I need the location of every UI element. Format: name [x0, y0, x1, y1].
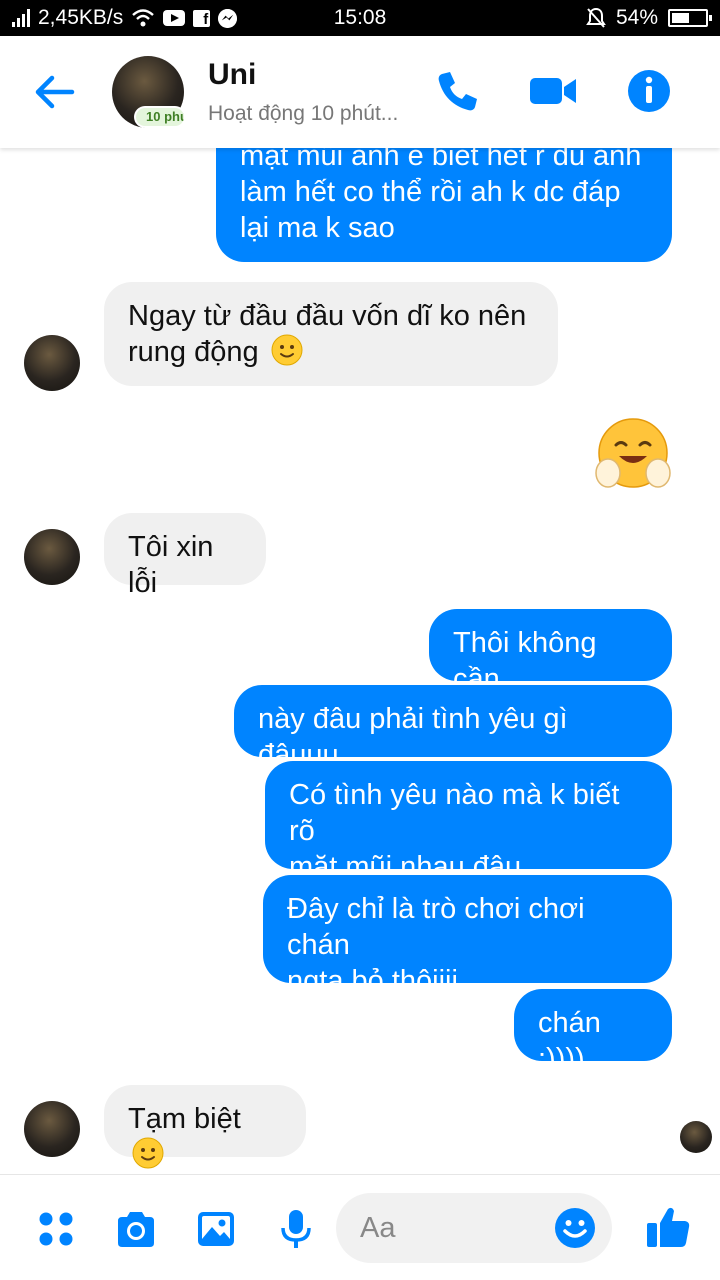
active-status-badge: 10 phút — [134, 106, 186, 128]
outgoing-message[interactable]: mặt mũi anh e biết hết r dù anh làm hết … — [216, 148, 672, 262]
gallery-icon[interactable] — [194, 1207, 238, 1251]
status-bar: 2,45KB/s f 15:08 54% — [0, 0, 720, 36]
microphone-icon[interactable] — [274, 1207, 318, 1251]
conversation-header: 10 phút Uni Hoạt động 10 phút... — [0, 36, 720, 148]
incoming-message[interactable]: Tôi xin lỗi — [104, 513, 266, 599]
thumbs-up-icon[interactable] — [644, 1203, 692, 1251]
contact-name[interactable]: Uni — [208, 58, 256, 92]
slightly-smiling-face-icon — [271, 334, 303, 366]
hugging-face-sticker[interactable] — [594, 418, 672, 492]
contact-avatar-small[interactable] — [24, 529, 80, 585]
contact-avatar-small[interactable] — [24, 1101, 80, 1157]
message-input[interactable] — [360, 1207, 550, 1249]
camera-icon[interactable] — [114, 1207, 158, 1251]
outgoing-message[interactable]: này đâu phải tình yêu gì đâuuu — [234, 685, 672, 771]
emoji-icon[interactable] — [554, 1207, 596, 1249]
battery-icon — [668, 9, 712, 27]
back-arrow-icon[interactable] — [30, 72, 80, 112]
contact-activity-status: Hoạt động 10 phút... — [208, 102, 399, 125]
info-icon[interactable] — [624, 66, 674, 116]
outgoing-message[interactable]: chán :)))) — [514, 989, 672, 1075]
mute-bell-icon — [586, 7, 606, 28]
seen-receipt-avatar — [680, 1121, 712, 1153]
contact-avatar-small[interactable] — [24, 335, 80, 391]
message-input-box[interactable] — [336, 1193, 612, 1263]
slightly-smiling-face-icon — [132, 1137, 164, 1169]
outgoing-message[interactable]: Thôi không cần — [429, 609, 672, 695]
outgoing-message[interactable]: Có tình yêu nào mà k biết rõ mặt mũi nha… — [265, 761, 672, 883]
message-composer — [0, 1174, 720, 1280]
battery-percent: 54% — [615, 6, 658, 29]
message-list: mặt mũi anh e biết hết r dù anh làm hết … — [0, 148, 720, 1174]
phone-icon[interactable] — [432, 66, 482, 116]
apps-menu-icon[interactable] — [34, 1207, 78, 1251]
video-call-icon[interactable] — [528, 66, 578, 116]
outgoing-message[interactable]: Đây chỉ là trò chơi chơi chán ngta bỏ th… — [263, 875, 672, 997]
incoming-message[interactable]: Ngay từ đầu đầu vốn dĩ ko nên rung động — [104, 282, 558, 386]
incoming-message[interactable]: Tạm biệt — [104, 1085, 306, 1169]
